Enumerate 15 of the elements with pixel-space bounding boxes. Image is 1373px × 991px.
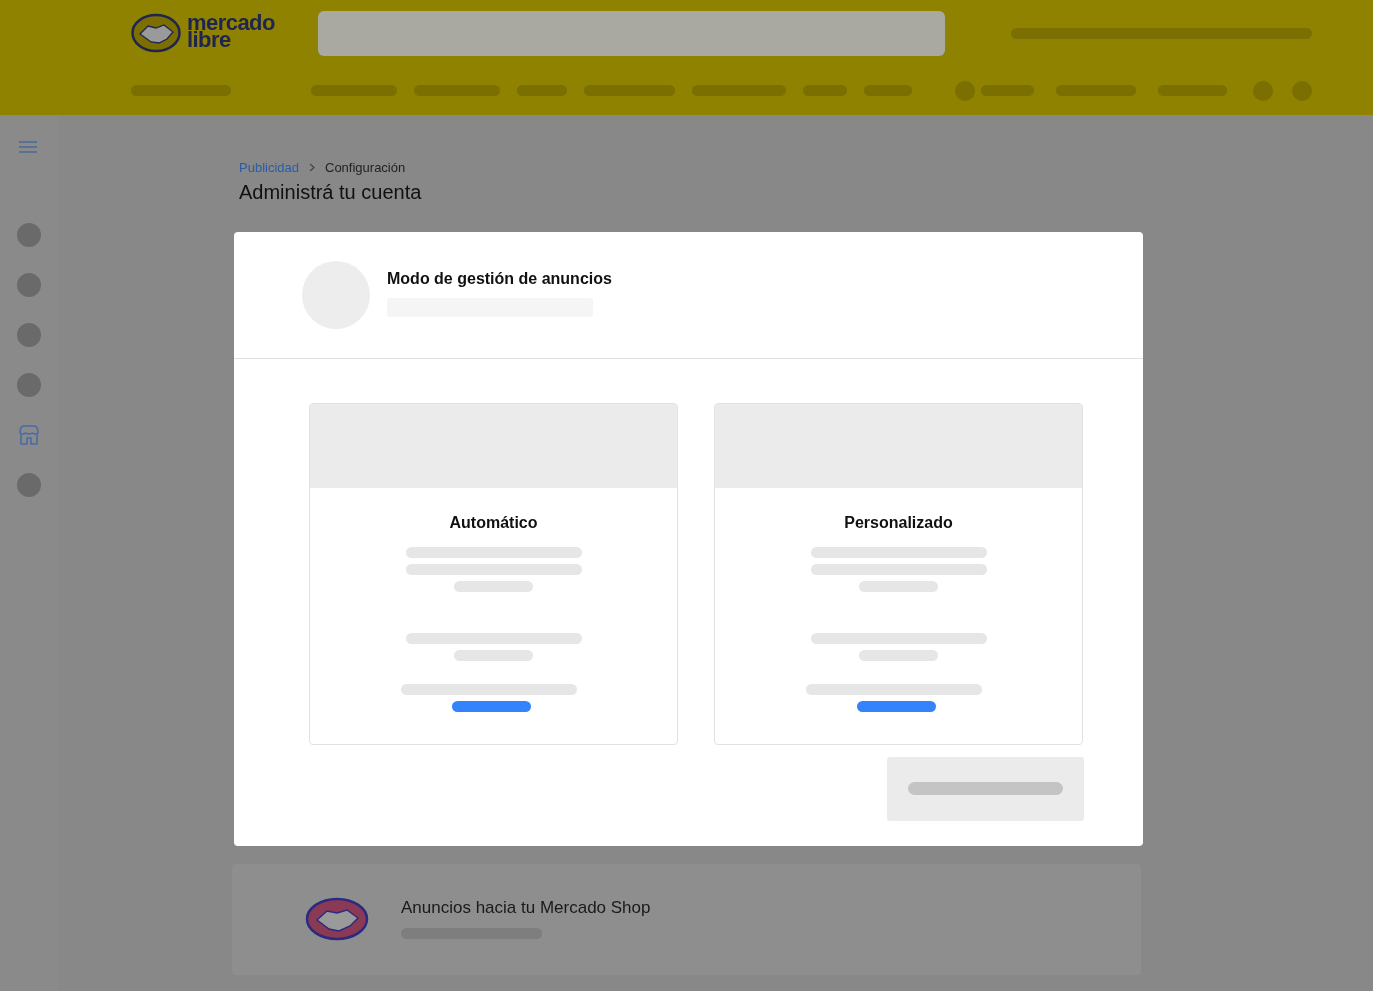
option-card[interactable]: Automático (309, 402, 678, 745)
menu-icon[interactable] (18, 140, 38, 154)
skeleton-button[interactable] (887, 756, 1084, 821)
option-card[interactable]: Personalizado (714, 402, 1083, 745)
search-field[interactable] (318, 10, 945, 56)
breadcrumb-current: Configuración (325, 159, 406, 177)
chevron-right-icon (309, 163, 315, 173)
logo-text: mercado (187, 14, 275, 31)
option-title: Personalizado (844, 512, 953, 533)
modal-title: Modo de gestión de anuncios (387, 268, 612, 289)
option-title: Automático (449, 512, 538, 533)
shop-title: Anuncios hacia tu Mercado Shop (401, 896, 651, 919)
page-title: Administrá tu cuenta (238, 179, 423, 205)
logo-text: libre (187, 31, 231, 48)
store-icon[interactable] (18, 424, 40, 446)
